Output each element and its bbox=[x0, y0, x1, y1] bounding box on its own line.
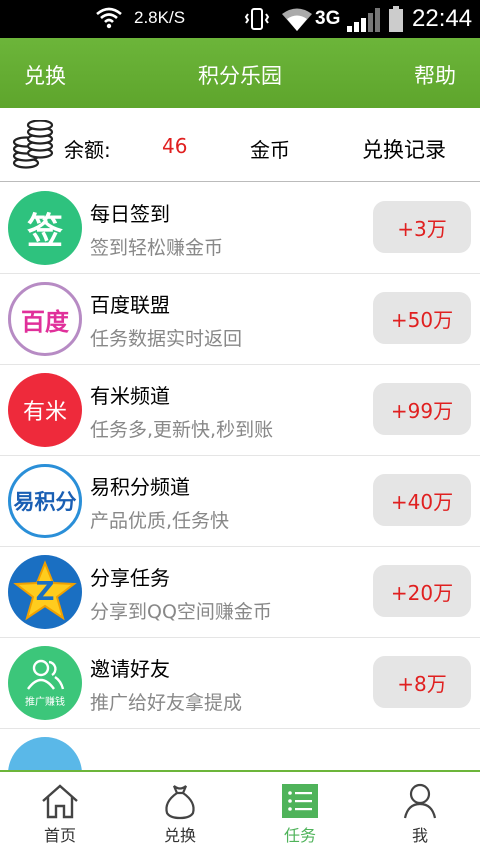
invite-friends-icon: 推广赚钱 bbox=[8, 646, 82, 720]
tab-label: 首页 bbox=[43, 826, 76, 845]
qzone-icon-text: Z bbox=[35, 577, 55, 607]
clock: 22:44 bbox=[412, 5, 473, 32]
task-item-youmi[interactable]: 有米 有米频道 任务多,更新快,秒到账 +99万 bbox=[0, 365, 480, 456]
task-name: 邀请好友 bbox=[90, 657, 170, 681]
task-name: 每日签到 bbox=[90, 202, 170, 226]
app-header: 兑换 积分乐园 帮助 bbox=[0, 38, 480, 108]
partial-task-icon bbox=[8, 737, 82, 770]
qzone-star-icon: Z bbox=[8, 555, 82, 629]
exchange-record-link[interactable]: 兑换记录 bbox=[362, 134, 446, 164]
balance-value: 46 bbox=[162, 134, 188, 158]
balance-unit: 金币 bbox=[250, 138, 290, 162]
network-speed: 2.8K/S bbox=[134, 8, 186, 27]
tab-exchange[interactable]: 兑换 bbox=[120, 772, 240, 854]
task-name: 易积分频道 bbox=[90, 475, 190, 499]
task-item-yijifen[interactable]: 易积分 易积分频道 产品优质,任务快 +40万 bbox=[0, 456, 480, 547]
yijifen-icon: 易积分 bbox=[8, 464, 82, 538]
tab-tasks[interactable]: 任务 bbox=[240, 772, 360, 854]
bottom-tab-bar: 首页 兑换 任务 我 bbox=[0, 770, 480, 854]
balance-label: 余额: bbox=[64, 138, 111, 162]
task-name: 百度联盟 bbox=[90, 293, 170, 317]
coin-stack-icon bbox=[12, 120, 54, 169]
task-item-partial[interactable] bbox=[0, 729, 480, 770]
youmi-icon-text: 有米 bbox=[22, 400, 67, 425]
wifi-icon bbox=[282, 8, 312, 31]
yijifen-icon-text: 易积分 bbox=[13, 490, 77, 514]
task-item-invite[interactable]: 推广赚钱 邀请好友 推广给好友拿提成 +8万 bbox=[0, 638, 480, 729]
task-desc: 任务数据实时返回 bbox=[90, 328, 243, 350]
cell-signal-icon bbox=[347, 8, 380, 32]
tab-label: 任务 bbox=[283, 826, 316, 845]
battery-icon bbox=[389, 6, 403, 32]
reward-button[interactable]: +50万 bbox=[373, 292, 471, 344]
task-name: 分享任务 bbox=[90, 566, 170, 590]
task-list-icon bbox=[282, 784, 318, 818]
help-button[interactable]: 帮助 bbox=[414, 60, 456, 90]
task-item-baidu-union[interactable]: 百度 百度联盟 任务数据实时返回 +50万 bbox=[0, 274, 480, 365]
baidu-icon-text: 百度 bbox=[21, 307, 69, 336]
user-icon bbox=[403, 783, 437, 819]
task-item-daily-sign-in[interactable]: 签 每日签到 签到轻松赚金币 +3万 bbox=[0, 183, 480, 274]
task-item-share[interactable]: Z 分享任务 分享到QQ空间赚金币 +20万 bbox=[0, 547, 480, 638]
reward-button[interactable]: +8万 bbox=[373, 656, 471, 708]
invite-icon-text: 推广赚钱 bbox=[25, 696, 65, 708]
tab-label: 兑换 bbox=[163, 826, 196, 845]
task-desc: 任务多,更新快,秒到账 bbox=[90, 419, 274, 441]
task-desc: 签到轻松赚金币 bbox=[90, 237, 224, 259]
reward-button[interactable]: +99万 bbox=[373, 383, 471, 435]
tab-me[interactable]: 我 bbox=[360, 772, 480, 854]
balance-bar: 余额: 46 金币 兑换记录 bbox=[0, 108, 480, 182]
reward-button[interactable]: +20万 bbox=[373, 565, 471, 617]
baidu-union-icon: 百度 bbox=[8, 282, 82, 356]
youmi-icon: 有米 bbox=[8, 373, 82, 447]
reward-button[interactable]: +40万 bbox=[373, 474, 471, 526]
people-icon bbox=[27, 659, 65, 690]
task-list: 签 每日签到 签到轻松赚金币 +3万 百度 百度联盟 任务数据实时返回 +50万… bbox=[0, 183, 480, 770]
tab-home[interactable]: 首页 bbox=[0, 772, 120, 854]
status-bar: 2.8K/S 3G 22:44 bbox=[0, 0, 480, 38]
task-desc: 产品优质,任务快 bbox=[90, 510, 230, 532]
page-title: 积分乐园 bbox=[198, 64, 282, 88]
sign-in-icon-text: 签 bbox=[26, 211, 63, 252]
sign-in-icon: 签 bbox=[8, 191, 82, 265]
money-bag-icon bbox=[165, 785, 195, 820]
task-name: 有米频道 bbox=[90, 384, 170, 408]
network-type: 3G bbox=[315, 8, 341, 29]
vibrate-icon bbox=[244, 8, 270, 30]
wifi-signal-icon bbox=[96, 7, 122, 29]
reward-button[interactable]: +3万 bbox=[373, 201, 471, 253]
task-desc: 推广给好友拿提成 bbox=[90, 692, 243, 714]
tab-label: 我 bbox=[411, 826, 428, 845]
task-desc: 分享到QQ空间赚金币 bbox=[90, 601, 272, 623]
home-icon bbox=[42, 784, 78, 819]
